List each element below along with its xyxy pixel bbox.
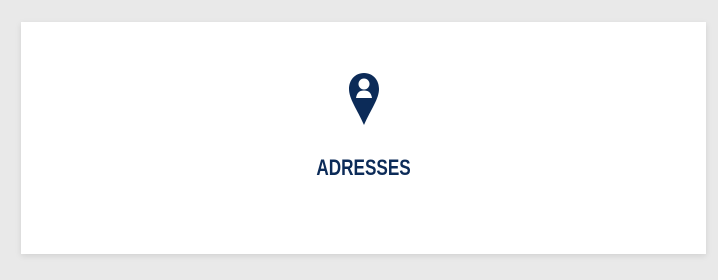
card-label: ADRESSES bbox=[316, 155, 411, 180]
page: ADRESSES bbox=[0, 0, 718, 280]
addresses-card[interactable]: ADRESSES bbox=[21, 22, 706, 254]
map-pin-person-icon bbox=[347, 22, 381, 127]
